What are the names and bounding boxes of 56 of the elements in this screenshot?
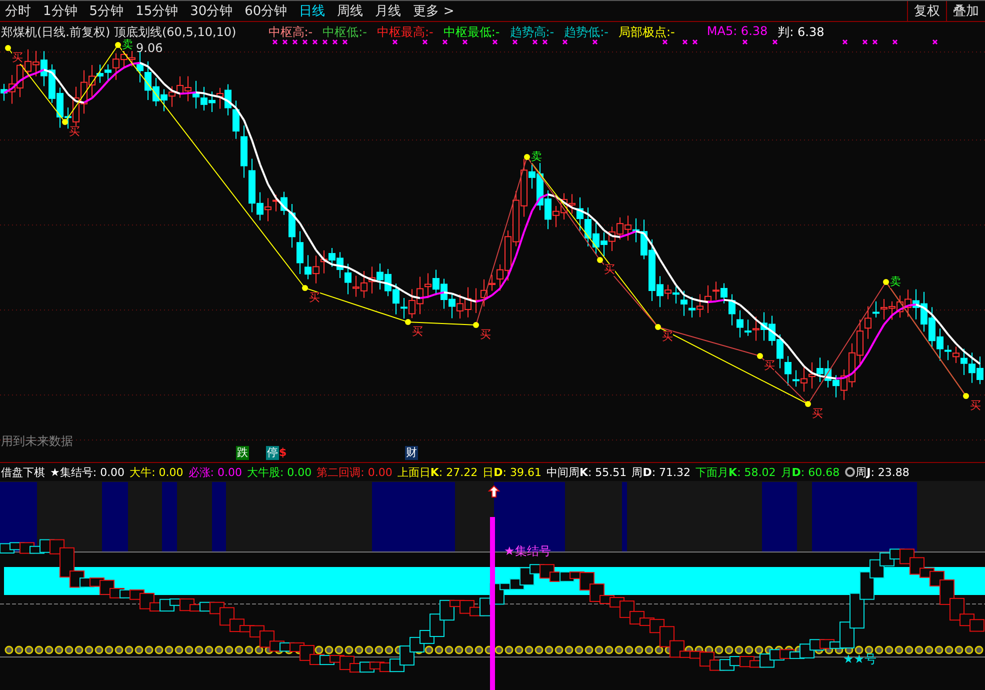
- marker-label: 跌: [236, 446, 249, 460]
- timeframe-tab[interactable]: 月线: [373, 2, 404, 20]
- indicator-value: 上面日K: 27.22: [397, 464, 478, 480]
- indicator-value: 月D: 60.68: [780, 464, 840, 480]
- legend-label: 中枢最高:-: [377, 24, 434, 41]
- indicator-value: 大牛: 0.00: [130, 464, 184, 480]
- signal-label: 买: [12, 52, 23, 64]
- indicator-value: 周D: 71.32: [632, 464, 691, 480]
- signal-label: ★★号: [843, 651, 877, 668]
- signal-label: 卖: [890, 276, 901, 288]
- signal-label: 买: [480, 329, 491, 341]
- legend-label: 中枢低:-: [322, 24, 367, 41]
- timeframe-tab[interactable]: 60分钟: [242, 2, 290, 20]
- signal-label: 买: [812, 408, 823, 420]
- timeframe-tab[interactable]: 周线: [335, 2, 366, 20]
- timeframe-tab[interactable]: 更多 >: [411, 2, 456, 20]
- signal-label: 买: [412, 326, 423, 338]
- timeframe-tab[interactable]: 日线: [297, 2, 328, 20]
- marker-label: $: [278, 446, 288, 460]
- chart-title: 郑煤机(日线.前复权) 顶底划线(60,5,10,10): [1, 24, 236, 39]
- signal-label: 卖: [531, 151, 542, 163]
- timeframe-tab[interactable]: 15分钟: [134, 2, 180, 20]
- legend-label: 中枢高:-: [268, 24, 313, 41]
- timeframe-tab[interactable]: 5分钟: [87, 2, 126, 20]
- timeframe-tab[interactable]: 分时: [3, 2, 33, 20]
- note-text: 用到未来数据: [1, 433, 73, 450]
- indicator-value: 必涨: 0.00: [188, 464, 242, 480]
- signal-label: 买: [764, 360, 775, 372]
- signal-label: 买: [970, 400, 981, 412]
- indicator-value: 大牛股: 0.00: [246, 464, 312, 480]
- signal-label: 买: [69, 126, 80, 138]
- signal-label: 买: [662, 331, 673, 343]
- signal-label: 卖: [122, 39, 133, 51]
- price-label: 9.06: [136, 42, 163, 54]
- legend-label: 局部极点:-: [618, 24, 675, 41]
- indicator-value: ★集结号: 0.00: [50, 464, 125, 480]
- legend-label: 判: 6.38: [778, 24, 824, 41]
- toolbar-button[interactable]: 叠加: [946, 1, 985, 21]
- legend-label: 趋势高:-: [510, 24, 554, 41]
- timeframe-tab[interactable]: 1分钟: [41, 2, 80, 20]
- signal-label: ★集结号: [504, 543, 551, 560]
- legend-label: 趋势低:-: [564, 24, 608, 41]
- marker-label: 财: [405, 446, 418, 460]
- indicator-value: 借盘下棋: [1, 464, 45, 480]
- indicator-value: 周J: 23.88: [856, 464, 910, 480]
- indicator-value: 日D: 39.61: [482, 464, 542, 480]
- indicator-value: 中间周K: 55.51: [546, 464, 627, 480]
- toolbar-button[interactable]: 复权: [907, 1, 946, 21]
- up-arrow-icon: [488, 485, 500, 498]
- signal-label: 买: [309, 292, 320, 304]
- signal-label: 买: [604, 264, 615, 276]
- marker-label: 停: [266, 446, 279, 460]
- timeframe-tab[interactable]: 30分钟: [188, 2, 235, 20]
- legend-label: MA5: 6.38: [706, 24, 768, 40]
- legend-label: 中枢最低:-: [443, 24, 500, 41]
- indicator-value: 第二回调: 0.00: [316, 464, 392, 480]
